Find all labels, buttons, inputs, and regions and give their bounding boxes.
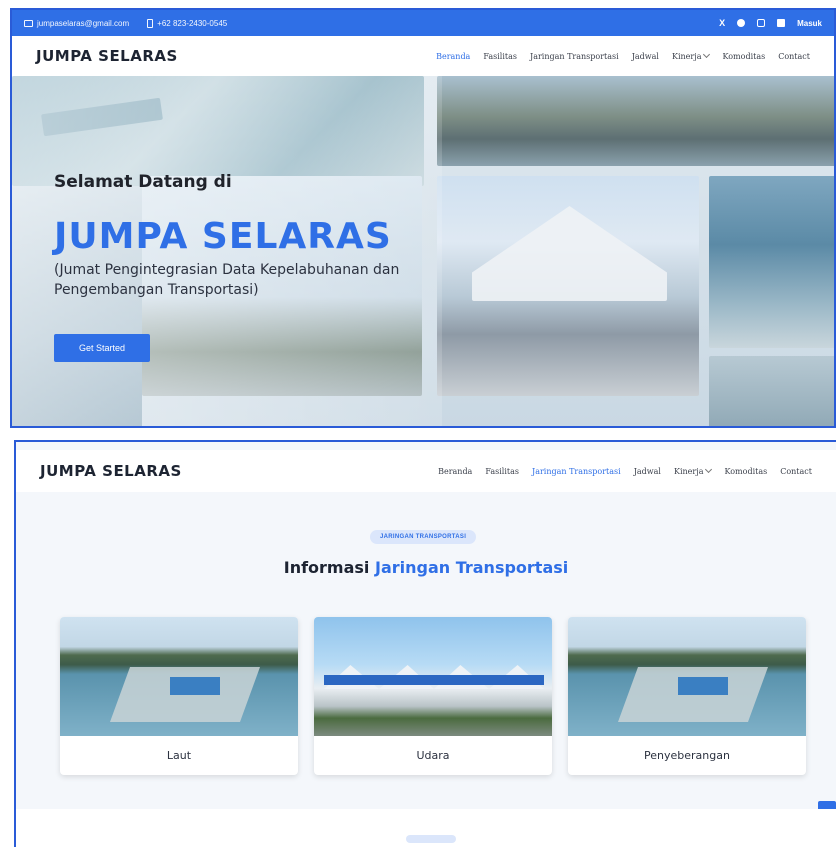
ferry-photo-tile	[709, 176, 834, 348]
card-label-laut: Laut	[166, 749, 192, 762]
hero-subtitle: (Jumat Pengintegrasian Data Kepelabuhana…	[54, 262, 400, 298]
section-badge: JARINGAN TRANSPORTASI	[370, 530, 477, 544]
nav2-jaringan-transportasi[interactable]: Jaringan Transportasi	[532, 467, 621, 476]
email-text: jumpaselaras@gmail.com	[37, 18, 130, 28]
card-penyeberangan[interactable]: Penyeberangan	[568, 617, 806, 775]
laut-photo	[60, 617, 298, 736]
chevron-down-icon	[705, 465, 713, 473]
hero-welcome: Selamat Datang di	[54, 172, 232, 192]
main-navbar-2: JUMPA SELARAS Beranda Fasilitas Jaringan…	[16, 450, 836, 492]
hero-section: Selamat Datang di JUMPA SELARAS (Jumat P…	[12, 76, 834, 426]
nav-menu-2: Beranda Fasilitas Jaringan Transportasi …	[438, 465, 812, 476]
nav2-beranda[interactable]: Beranda	[438, 467, 472, 476]
social-links: X Masuk	[719, 18, 822, 28]
phone-text: +62 823-2430-0545	[157, 18, 228, 28]
nav-kinerja[interactable]: Kinerja	[671, 50, 711, 61]
email-contact[interactable]: jumpaselaras@gmail.com	[24, 19, 129, 28]
section-title: Informasi Jaringan Transportasi	[16, 558, 836, 577]
instagram-icon[interactable]	[757, 19, 766, 27]
nav2-fasilitas[interactable]: Fasilitas	[485, 467, 519, 476]
x-icon[interactable]: X	[719, 18, 725, 28]
phone-icon	[147, 18, 154, 28]
nav2-kinerja-label: Kinerja	[673, 466, 704, 476]
nav-jaringan-transportasi[interactable]: Jaringan Transportasi	[530, 52, 619, 61]
transport-network-screenshot: JUMPA SELARAS Beranda Fasilitas Jaringan…	[14, 440, 836, 847]
card-label-udara: Udara	[416, 749, 450, 762]
nav2-contact[interactable]: Contact	[780, 467, 812, 476]
section-title-highlight: Jaringan Transportasi	[374, 558, 569, 577]
card-label-penyeberangan: Penyeberangan	[644, 749, 730, 762]
main-navbar: JUMPA SELARAS Beranda Fasilitas Jaringan…	[12, 36, 834, 76]
nav2-jadwal[interactable]: Jadwal	[634, 467, 661, 476]
card-laut[interactable]: Laut	[60, 617, 298, 775]
hero-title: JUMPA SELARAS	[54, 216, 392, 257]
nav-fasilitas[interactable]: Fasilitas	[483, 52, 517, 61]
phone-contact[interactable]: +62 823-2430-0545	[147, 18, 228, 28]
next-section-strip	[16, 809, 836, 847]
get-started-button[interactable]: Get Started	[54, 334, 150, 362]
nav-beranda[interactable]: Beranda	[436, 52, 470, 61]
brand-logo[interactable]: JUMPA SELARAS	[36, 47, 178, 65]
coast-photo-tile	[709, 356, 834, 426]
port-crane-photo-tile	[437, 76, 834, 166]
penyeberangan-photo	[568, 617, 806, 736]
homepage-screenshot: jumpaselaras@gmail.com +62 823-2430-0545…	[10, 8, 836, 428]
nav2-komoditas[interactable]: Komoditas	[724, 467, 767, 476]
linkedin-icon[interactable]	[777, 19, 786, 27]
top-bar: jumpaselaras@gmail.com +62 823-2430-0545…	[12, 10, 834, 36]
login-link[interactable]: Masuk	[797, 19, 822, 28]
envelope-icon	[24, 19, 33, 27]
nav-menu: Beranda Fasilitas Jaringan Transportasi …	[436, 50, 810, 61]
chevron-down-icon	[703, 50, 711, 58]
section-title-plain: Informasi	[283, 558, 370, 577]
nav-kinerja-label: Kinerja	[671, 51, 702, 61]
udara-photo	[314, 617, 552, 736]
nav-jadwal[interactable]: Jadwal	[632, 52, 659, 61]
card-udara[interactable]: Udara	[314, 617, 552, 775]
nav-contact[interactable]: Contact	[778, 52, 810, 61]
nav2-kinerja[interactable]: Kinerja	[673, 465, 713, 476]
nav-komoditas[interactable]: Komoditas	[722, 52, 765, 61]
transport-section: JARINGAN TRANSPORTASI Informasi Jaringan…	[16, 500, 836, 823]
next-section-badge	[406, 835, 456, 843]
brand-logo-2[interactable]: JUMPA SELARAS	[40, 462, 182, 480]
facebook-icon[interactable]	[737, 19, 746, 27]
